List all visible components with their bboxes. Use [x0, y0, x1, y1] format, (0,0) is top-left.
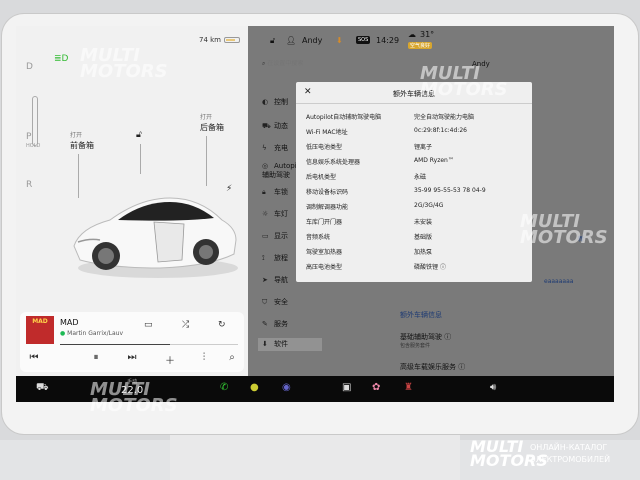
door-line: [140, 144, 141, 174]
nav-icon: ➤: [262, 276, 268, 284]
shield-icon: ⛉: [262, 298, 268, 306]
media-player: MAD MAD ● Martin Garrix/Lauv ▭ ⤮ ↻ ⏮ ⏸ ⏭…: [20, 312, 244, 372]
info-row: Autopilot自动辅助驾驶电脑 完全自动驾驶能力电脑: [306, 114, 475, 121]
battery-icon: [224, 37, 240, 43]
info-icon: ⓘ: [444, 333, 452, 341]
info-row: 信息娱乐系统处理器 AMD Ryzen™: [306, 157, 454, 166]
air-quality-badge: 空气良好: [408, 42, 433, 49]
car-icon: ⛟: [262, 122, 271, 130]
vehicle-info-dialog: ✕ 额外车辆信息 Autopilot自动辅助驾驶电脑 完全自动驾驶能力电脑 Wi-…: [296, 82, 532, 282]
hold-label: HOLD: [26, 143, 41, 149]
watermark-logo: MULTI MOTORS: [420, 63, 508, 100]
volume-icon[interactable]: 🔊︎: [490, 382, 496, 393]
track-title: MAD: [60, 318, 79, 327]
wrench-icon: ✎: [262, 320, 268, 328]
lock-status-icon[interactable]: 🔓︎: [270, 36, 275, 46]
headlight-icon: ≣D: [54, 54, 69, 64]
info-icon[interactable]: ⓘ: [440, 264, 446, 271]
gear-d: D: [26, 62, 33, 72]
profile-icon[interactable]: 👤︎: [286, 36, 296, 45]
apps-icon[interactable]: ✿: [372, 382, 380, 393]
info-icon: ⓘ: [458, 363, 466, 371]
download-icon: ⬇: [262, 340, 268, 348]
release-notes-link[interactable]: eaaaaaaa: [544, 278, 573, 285]
nav-safety[interactable]: ⛉ 安全: [262, 298, 322, 307]
light-icon: ☼: [262, 210, 269, 218]
info-row: 高压电池类型 磷酸铁锂 ⓘ: [306, 264, 446, 271]
info-row: 车库门开门器 未安装: [306, 219, 433, 226]
shuffle-icon[interactable]: ⤮: [182, 320, 189, 330]
watermark-logo: MULTI MOTORS: [90, 379, 178, 416]
gear-r: R: [26, 180, 33, 190]
gear-p: P: [26, 132, 32, 142]
phone-icon[interactable]: ✆: [220, 382, 228, 393]
dashcam-icon[interactable]: ▣: [342, 382, 351, 393]
range-indicator: 74 km: [199, 36, 240, 44]
info-row: 音频系统 基础版: [306, 234, 433, 241]
status-bar: 🔓︎ 👤︎ Andy ⬇ SOS 14:29 ☁ 31° 空气良好: [248, 26, 614, 56]
repeat-icon[interactable]: ↻: [218, 320, 226, 330]
user-name[interactable]: Andy: [302, 36, 322, 45]
clock: 14:29: [376, 36, 400, 45]
info-row: 移动设备标识码 35-99 95-55-53 78 04-9: [306, 187, 486, 196]
frunk-button[interactable]: 打开 前备箱: [70, 132, 94, 151]
progress-bar[interactable]: [60, 344, 238, 345]
toggle-icon: ◐: [262, 98, 269, 106]
steering-icon: ◎: [262, 162, 269, 170]
unlock-icon[interactable]: 🔓︎: [136, 130, 142, 140]
info-row: 低压电池类型 锂离子: [306, 144, 433, 151]
lock-icon: 🔒︎: [262, 188, 266, 196]
info-row: 后电机类型 永磁: [306, 174, 427, 181]
extra-info-link[interactable]: 额外车辆信息: [400, 310, 442, 320]
car-image: [73, 197, 238, 278]
watermark-logo: MULTI MOTORS: [80, 45, 168, 82]
info-row: 驾驶室加热器 加热泵: [306, 249, 433, 256]
pause-icon[interactable]: ⏸: [86, 352, 106, 363]
sos-icon[interactable]: SOS: [356, 36, 371, 44]
settings-search[interactable]: ⌕: [262, 60, 402, 74]
nav-software[interactable]: ⬇ 软件: [258, 338, 322, 351]
temperature-outside: 31°: [420, 30, 435, 39]
progress-fill: [60, 344, 171, 345]
info-row: 调制解调器功能 2G/3G/4G: [306, 202, 444, 211]
add-icon[interactable]: ＋: [160, 352, 180, 367]
toybox-icon[interactable]: ●: [250, 382, 259, 393]
weather-icon: ☁: [408, 30, 416, 39]
camera-icon[interactable]: ◉: [282, 382, 291, 393]
display-icon: ▭: [262, 232, 269, 240]
catalog-caption: ОНЛАЙН-КАТАЛОГ ЭЛЕКТРОМОБИЛЕЙ: [530, 443, 611, 464]
download-status-icon[interactable]: ⬇: [336, 36, 343, 45]
next-icon[interactable]: ⏭: [122, 352, 142, 363]
equalizer-icon[interactable]: ⫶: [194, 352, 214, 363]
lyrics-icon[interactable]: ▭: [144, 320, 153, 330]
search-icon[interactable]: ⌕: [222, 352, 242, 363]
adas-package[interactable]: 基础辅助驾驶 ⓘ 包含服务套件: [400, 332, 451, 349]
album-cover[interactable]: MAD: [26, 316, 54, 344]
previous-icon[interactable]: ⏮: [24, 352, 44, 363]
autopilot-gauge: [32, 96, 38, 146]
media-package[interactable]: 高级车载娱乐服务 ⓘ: [400, 362, 465, 372]
trunk-button[interactable]: 打开 后备箱: [200, 114, 224, 133]
search-input[interactable]: [267, 60, 378, 67]
car-icon[interactable]: ⛟: [36, 382, 49, 395]
info-row: Wi-Fi MAC地址 0c:29:8f:1c:4d:26: [306, 127, 467, 136]
bolt-icon: ϟ: [262, 144, 267, 152]
track-artist: ● Martin Garrix/Lauv: [60, 330, 123, 337]
spotify-icon: ●: [60, 330, 66, 337]
arcade-icon[interactable]: ♜: [404, 382, 413, 393]
nav-service[interactable]: ✎ 服务: [262, 320, 322, 329]
trip-icon: ⟟: [262, 254, 265, 262]
screen-stand: [170, 434, 460, 480]
watermark-logo: MULTI MOTORS: [520, 211, 608, 248]
